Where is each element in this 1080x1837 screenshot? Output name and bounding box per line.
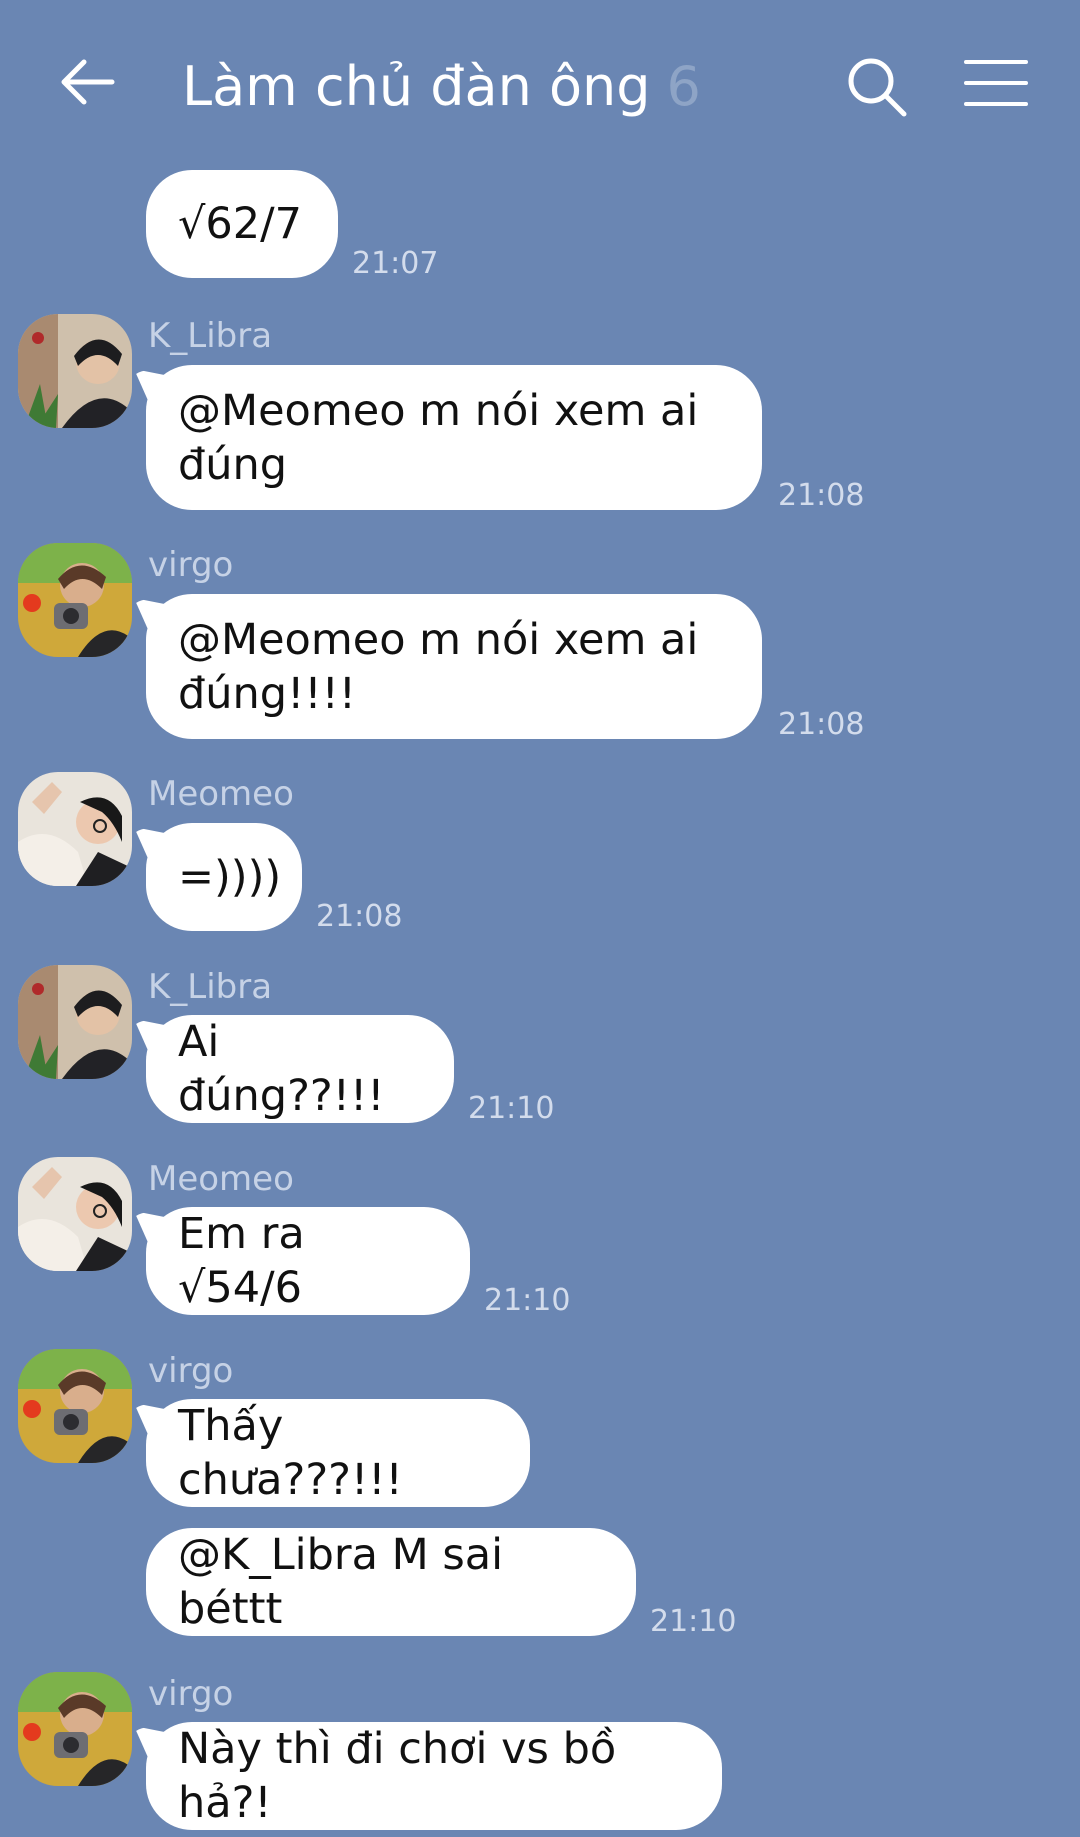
avatar-virgo[interactable] (18, 543, 132, 657)
message-time: 21:08 (778, 707, 865, 742)
message-time: 21:10 (468, 1091, 555, 1126)
avatar-virgo-image (18, 1349, 132, 1463)
message-time: 21:08 (316, 899, 403, 934)
message-time: 21:08 (778, 478, 865, 513)
message-bubble[interactable]: @Meomeo m nói xem ai đúng!!!! (146, 594, 762, 739)
sender-name: virgo (148, 545, 234, 585)
message-time: 21:10 (650, 1604, 737, 1639)
message-text: Thấy chưa???!!! (178, 1401, 403, 1505)
message-bubble[interactable]: Thấy chưa???!!! (146, 1399, 530, 1507)
message-bubble[interactable]: =)))) (146, 823, 302, 931)
sender-name: Meomeo (148, 774, 294, 814)
message-bubble[interactable]: Ai đúng??!!! (146, 1015, 454, 1123)
message-bubble[interactable]: Em ra √54/6 (146, 1207, 470, 1315)
message-bubble[interactable]: Này thì đi chơi vs bồ hả?! (146, 1722, 722, 1830)
avatar-virgo[interactable] (18, 1349, 132, 1463)
sender-name: K_Libra (148, 967, 273, 1007)
avatar-k-libra-image (18, 965, 132, 1079)
message-text: @Meomeo m nói xem ai đúng!!!! (178, 614, 699, 719)
message-text: Em ra √54/6 (178, 1209, 305, 1313)
avatar-meomeo[interactable] (18, 772, 132, 886)
sender-name: virgo (148, 1351, 234, 1391)
message-text: Ai đúng??!!! (178, 1017, 385, 1121)
avatar-k-libra[interactable] (18, 965, 132, 1079)
message-bubble[interactable]: @K_Libra M sai béttt (146, 1528, 636, 1636)
sender-name: K_Libra (148, 316, 273, 356)
avatar-meomeo[interactable] (18, 1157, 132, 1271)
message-text: Này thì đi chơi vs bồ hả?! (178, 1724, 617, 1828)
message-time: 21:07 (352, 246, 439, 281)
message-text: @K_Libra M sai béttt (178, 1530, 504, 1634)
avatar-virgo-image (18, 543, 132, 657)
message-text: =)))) (178, 852, 282, 902)
sender-name: virgo (148, 1674, 234, 1714)
avatar-virgo[interactable] (18, 1672, 132, 1786)
avatar-meomeo-image (18, 772, 132, 886)
avatar-virgo-image (18, 1672, 132, 1786)
message-list: √62/7 21:07 K_Libra @Meomeo m nói xem ai… (0, 0, 1080, 1837)
message-text: √62/7 (178, 199, 302, 249)
message-text: @Meomeo m nói xem ai đúng (178, 385, 699, 490)
sender-name: Meomeo (148, 1159, 294, 1199)
avatar-k-libra-image (18, 314, 132, 428)
message-bubble[interactable]: @Meomeo m nói xem ai đúng (146, 365, 762, 510)
message-time: 21:10 (484, 1283, 571, 1318)
avatar-k-libra[interactable] (18, 314, 132, 428)
message-bubble[interactable]: √62/7 (146, 170, 338, 278)
avatar-meomeo-image (18, 1157, 132, 1271)
